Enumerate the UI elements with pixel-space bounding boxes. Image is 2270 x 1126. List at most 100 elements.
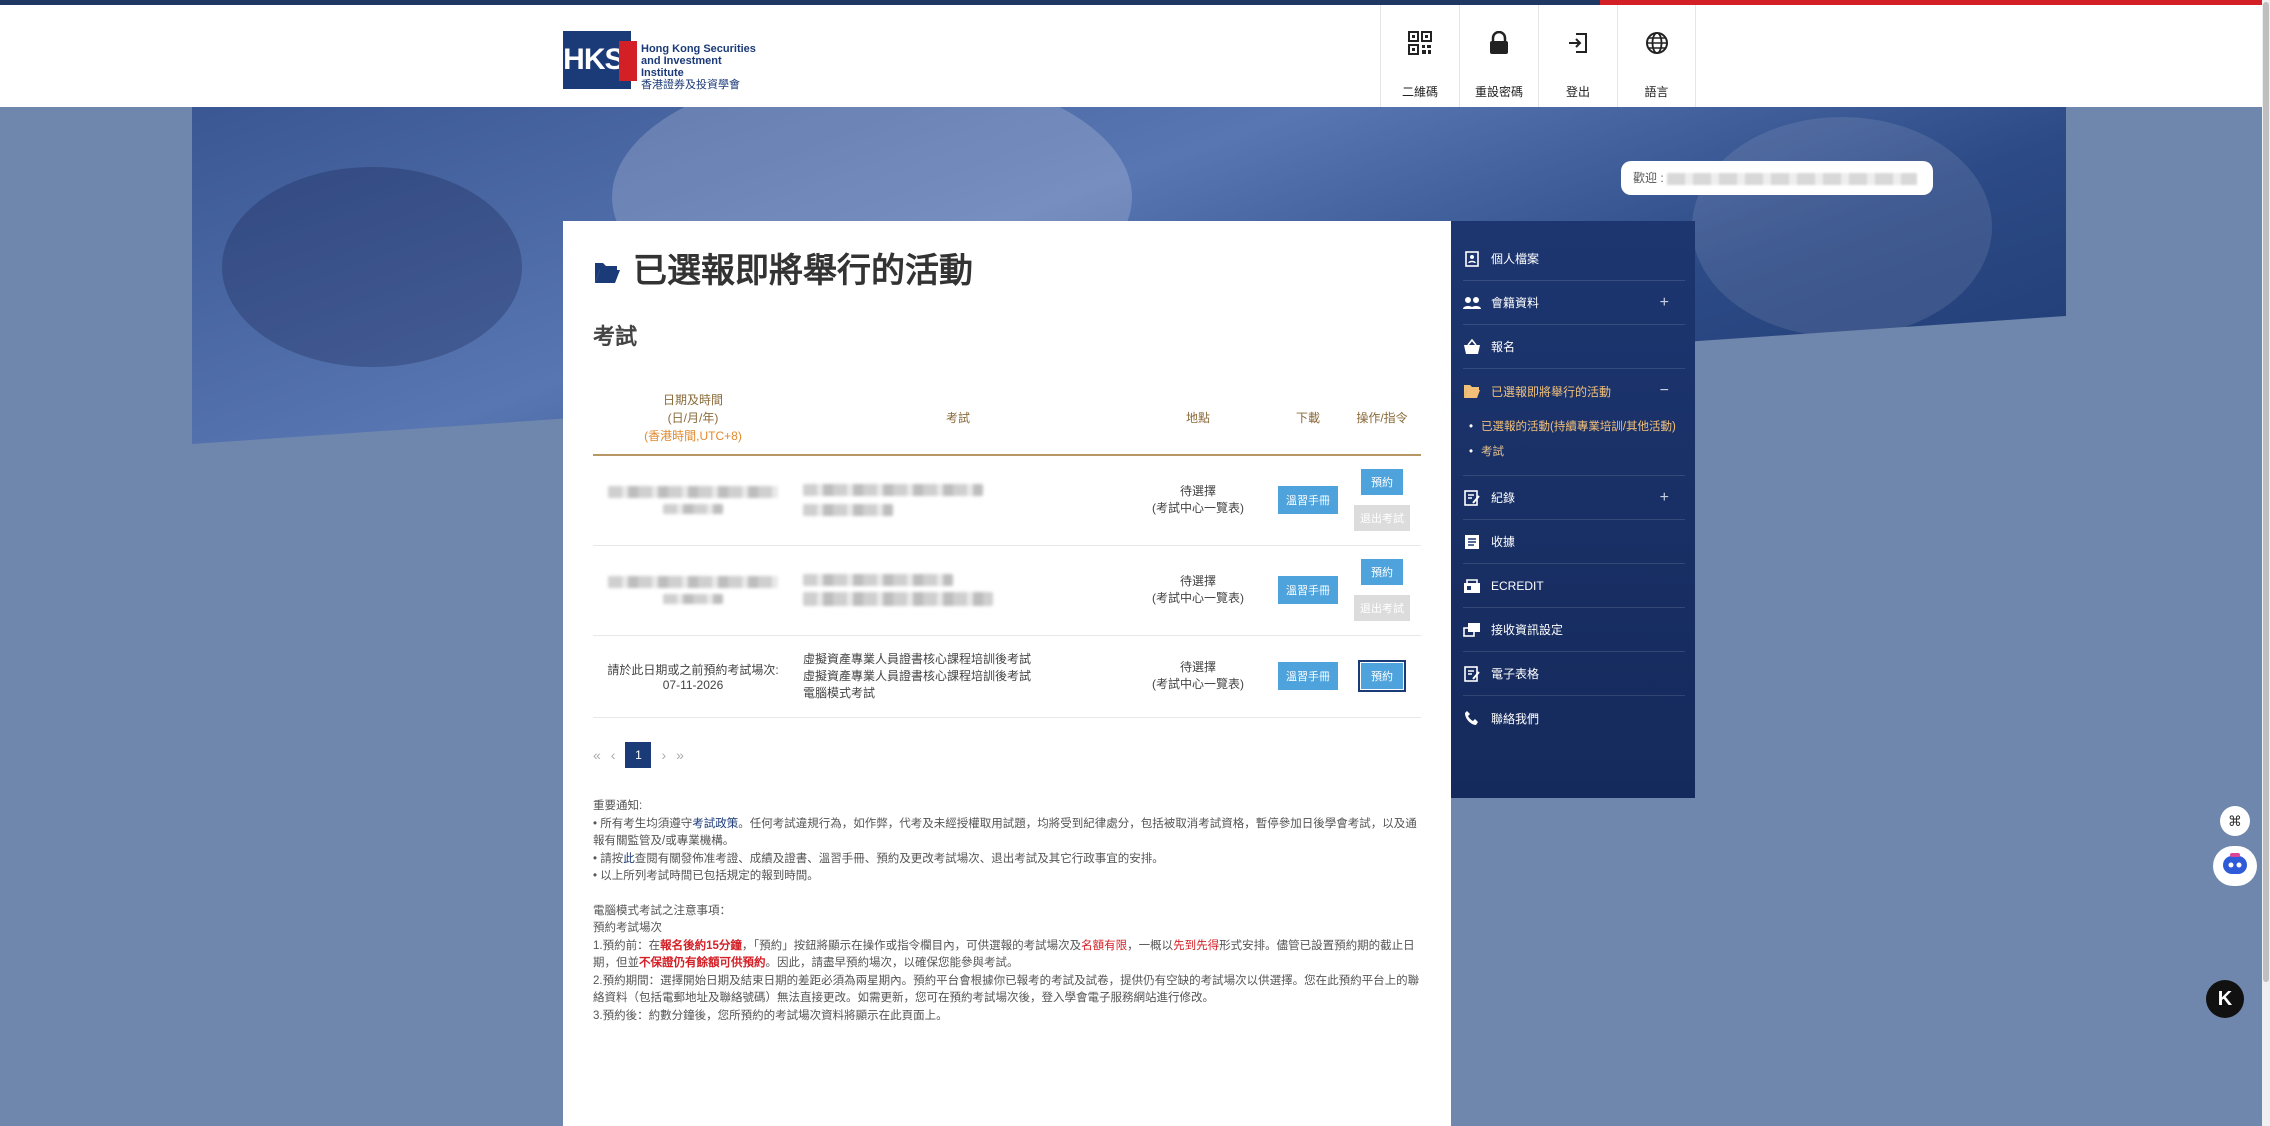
sidebar-item-upcoming-activities[interactable]: 已選報即將舉行的活動 − (1463, 369, 1685, 413)
logo-name-en-1: Hong Kong Securities (641, 43, 756, 55)
notes-highlight: 不保證仍有餘額可供預約 (639, 957, 766, 969)
pager-prev[interactable]: ‹ (611, 747, 616, 763)
nav-logout[interactable]: 登出 (1538, 5, 1617, 107)
logout-icon (1564, 29, 1592, 57)
cb-note-2: 2.預約期間：選擇開始日期及結束日期的差距必須為兩星期內。預約平台會根據你已報考… (593, 974, 1420, 1005)
logo-text: Hong Kong Securities and Investment Inst… (641, 43, 763, 91)
cell-action: 預約 退出考試 (1343, 545, 1421, 636)
sidebar-item-contact-us[interactable]: 聯絡我們 (1463, 696, 1685, 740)
sidebar-item-receipt[interactable]: 收據 (1463, 520, 1685, 564)
cb-notes-heading: 電腦模式考試之注意事項： (593, 904, 731, 917)
sidebar-item-label: 收據 (1491, 535, 1516, 549)
notes-highlight: 先到先得 (1173, 939, 1220, 952)
notes-heading: 重要通知: (593, 800, 643, 812)
pager-next[interactable]: › (661, 747, 666, 763)
section-title-exam: 考試 (593, 324, 638, 349)
withdraw-exam-button[interactable]: 退出考試 (1354, 505, 1410, 532)
chatbot-icon (2222, 852, 2248, 880)
nav-language[interactable]: 語言 (1617, 5, 1696, 107)
redacted-text (803, 484, 983, 497)
cell-download: 溫習手冊 (1273, 635, 1343, 718)
header-exam: 考試 (793, 381, 1123, 456)
study-manual-button[interactable]: 溫習手冊 (1278, 576, 1338, 604)
collapse-icon[interactable]: − (1660, 382, 1669, 400)
k-extension-button[interactable]: K (2206, 980, 2244, 1018)
exam-centre-list-link[interactable]: (考試中心一覽表) (1123, 676, 1273, 693)
cell-action: 預約 退出考試 (1343, 455, 1421, 546)
table-row: 待選擇 (考試中心一覽表) 溫習手冊 預約 退出考試 (593, 455, 1421, 546)
nav-reset-password[interactable]: 重設密碼 (1459, 5, 1538, 107)
pager-first[interactable]: « (593, 747, 601, 763)
header-date-line3: (香港時間,UTC+8) (644, 428, 742, 443)
members-icon (1463, 294, 1481, 312)
study-manual-button[interactable]: 溫習手冊 (1278, 486, 1338, 515)
floating-shortcut-button[interactable]: ⌘ (2220, 806, 2250, 836)
study-manual-button[interactable]: 溫習手冊 (1278, 662, 1338, 690)
record-icon (1463, 489, 1481, 507)
book-button[interactable]: 預約 (1361, 469, 1403, 496)
exam-name: 虛擬資產專業人員證書核心課程培訓後考試 (803, 651, 1032, 666)
sidebar-subitem-exam[interactable]: 考試 (1467, 444, 1685, 461)
cb-note-3: 3.預約後：約數分鐘後，您所預約的考試場次資料將顯示在此頁面上。 (593, 1009, 948, 1022)
globe-icon (1643, 29, 1671, 57)
exam-policy-link[interactable]: 考試政策 (692, 818, 738, 830)
notes-text: • 請按 (593, 852, 624, 865)
book-button[interactable]: 預約 (1358, 660, 1406, 692)
sidebar-item-notification-settings[interactable]: 接收資訊設定 (1463, 608, 1685, 652)
sidebar-item-label: 報名 (1491, 340, 1516, 354)
exam-centre-list-link[interactable]: (考試中心一覽表) (1123, 590, 1273, 607)
cb-note-1: 1.預約前：在報名後約15分鐘，「預約」按鈕將顯示在操作或指令欄目內，可供選報的… (593, 938, 1421, 973)
redacted-text (803, 592, 993, 606)
pager-last[interactable]: » (676, 747, 684, 763)
scrollbar-thumb[interactable] (2263, 2, 2269, 982)
qr-code-icon (1406, 29, 1434, 57)
sidebar-item-label: 電子表格 (1491, 667, 1540, 681)
pager-current-page[interactable]: 1 (625, 742, 652, 768)
cell-download: 溫習手冊 (1273, 455, 1343, 546)
expand-icon[interactable]: + (1660, 489, 1669, 507)
sidebar-item-label: ECREDIT (1491, 578, 1544, 593)
withdraw-exam-button[interactable]: 退出考試 (1354, 595, 1410, 621)
sidebar-subitem-activities[interactable]: 已選報的活動(持續專業培訓/其他活動) (1467, 419, 1685, 436)
page-title: 已選報即將舉行的活動 (593, 243, 973, 292)
redacted-text (608, 576, 778, 588)
header-download: 下載 (1273, 381, 1343, 456)
page-scrollbar[interactable] (2262, 0, 2270, 1126)
hksi-logo[interactable]: HKSI Hong Kong Securities and Investment… (563, 27, 763, 91)
logo-name-cn: 香港證券及投資學會 (641, 79, 740, 91)
sidebar-item-ecredit[interactable]: ECREDIT (1463, 564, 1685, 608)
cell-exam: 虛擬資產專業人員證書核心課程培訓後考試 虛擬資產專業人員證書核心課程培訓後考試 … (793, 635, 1123, 718)
settings-msg-icon (1463, 621, 1481, 639)
sidebar-item-membership[interactable]: 會籍資料 + (1463, 281, 1685, 325)
nav-qr-code[interactable]: 二維碼 (1380, 5, 1459, 107)
notes-text: ，「預約」按鈕將顯示在操作或指令欄目內，可供選報的考試場次及 (741, 939, 1082, 952)
pagination: « ‹ 1 › » (593, 742, 684, 768)
cell-date-redacted (593, 455, 793, 546)
sidebar-item-profile[interactable]: 個人檔案 (1463, 237, 1685, 281)
table-row: 請於此日期或之前預約考試場次: 07-11-2026 虛擬資產專業人員證書核心課… (593, 635, 1421, 718)
nav-logout-label: 登出 (1565, 85, 1590, 99)
book-button[interactable]: 預約 (1361, 559, 1403, 585)
sidebar-item-eform[interactable]: 電子表格 (1463, 652, 1685, 696)
location-status: 待選擇 (1179, 484, 1216, 499)
cell-download: 溫習手冊 (1273, 545, 1343, 636)
header-date-line1: 日期及時間 (662, 392, 723, 407)
phone-icon (1463, 709, 1481, 727)
page-title-text: 已選報即將舉行的活動 (633, 252, 973, 290)
chat-assistant-button[interactable] (2213, 846, 2257, 886)
cell-exam-redacted (793, 545, 1123, 636)
cell-location: 待選擇 (考試中心一覽表) (1123, 635, 1273, 718)
notes-bullet-3: • 以上所列考試時間已包括規定的報到時間。 (593, 870, 819, 882)
sidebar-item-records[interactable]: 紀錄 + (1463, 476, 1685, 520)
arrangements-link[interactable]: 此 (623, 853, 635, 865)
table-row: 待選擇 (考試中心一覽表) 溫習手冊 預約 退出考試 (593, 545, 1421, 636)
cell-location: 待選擇 (考試中心一覽表) (1123, 545, 1273, 636)
redacted-text (803, 504, 893, 517)
cell-date: 請於此日期或之前預約考試場次: 07-11-2026 (593, 635, 793, 718)
sidebar-menu: 個人檔案 會籍資料 + 報名 已選報即將舉行的活動 − 已選報的活動(持續專業培… (1451, 221, 1695, 798)
exam-centre-list-link[interactable]: (考試中心一覽表) (1123, 500, 1273, 517)
sidebar-item-enrolment[interactable]: 報名 (1463, 325, 1685, 369)
expand-icon[interactable]: + (1660, 294, 1669, 312)
booking-deadline-note: 請於此日期或之前預約考試場次: (607, 662, 779, 677)
location-status: 待選擇 (1179, 660, 1216, 674)
